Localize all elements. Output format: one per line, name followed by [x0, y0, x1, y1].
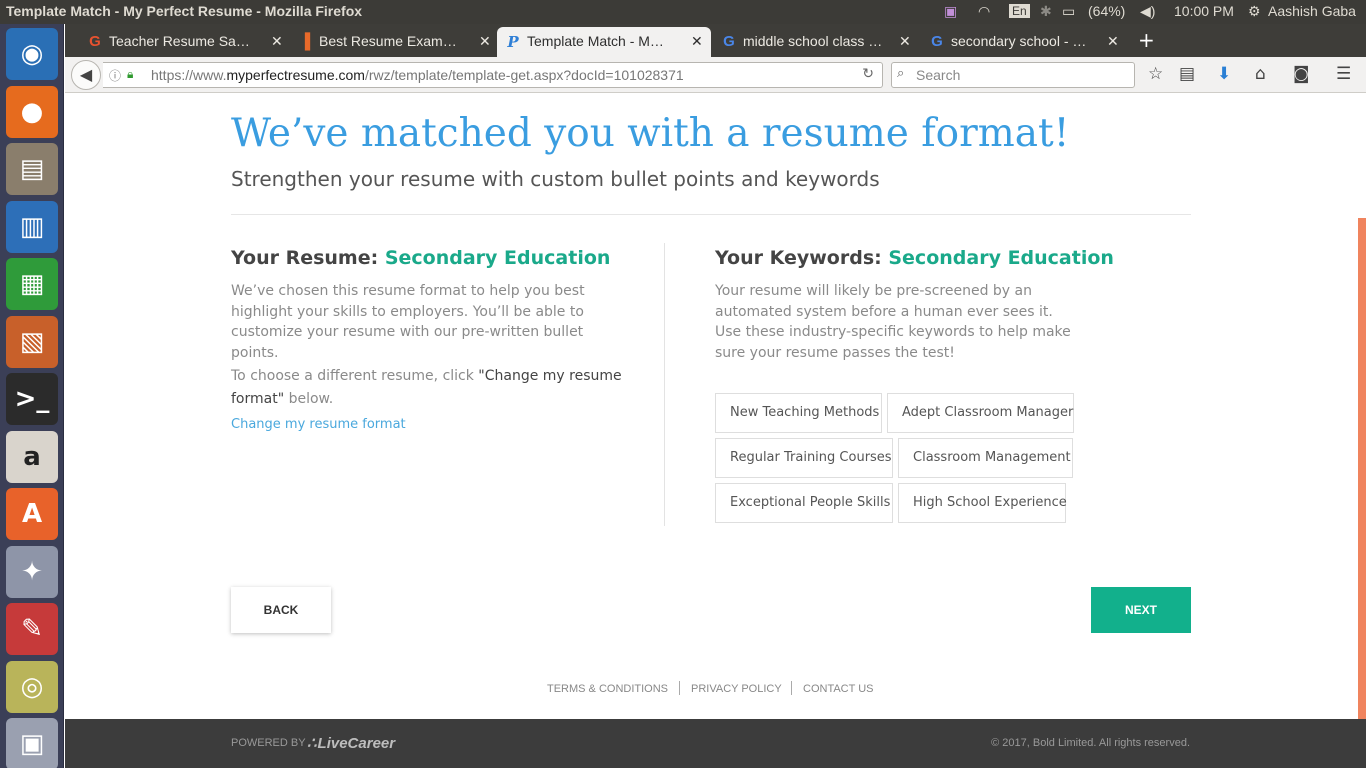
libreoffice-calc-icon[interactable]: ▦ [6, 258, 58, 310]
workspace-switcher-icon[interactable]: ▣ [6, 718, 58, 768]
resume-heading-accent: Secondary Education [384, 247, 611, 269]
clock[interactable]: 10:00 PM [1174, 3, 1234, 19]
scrollbar-thumb[interactable] [1358, 218, 1366, 719]
keyword-chip[interactable]: Exceptional People Skills [715, 483, 893, 523]
volume-icon[interactable]: ◀) [1140, 3, 1155, 20]
section-divider [231, 214, 1191, 215]
keywords-heading-accent: Secondary Education [888, 247, 1114, 269]
copyright-text: © 2017, Bold Limited. All rights reserve… [991, 737, 1190, 749]
column-divider [664, 243, 665, 526]
page-content: We’ve matched you with a resume format! … [65, 93, 1358, 719]
page-subtitle: Strengthen your resume with custom bulle… [231, 167, 880, 191]
bookmark-star-icon[interactable]: ☆ [1148, 65, 1163, 83]
bluetooth-icon[interactable]: ✱ [1040, 3, 1052, 20]
close-icon[interactable]: ✕ [899, 33, 911, 50]
screen-share-icon[interactable]: ▣ [944, 3, 957, 20]
window-title: Template Match - My Perfect Resume - Moz… [6, 3, 363, 19]
change-resume-format-link[interactable]: Change my resume format [231, 417, 406, 432]
tab-title: Best Resume Exam… [319, 33, 457, 49]
amazon-icon[interactable]: a [6, 430, 58, 483]
powered-by-label: POWERED BY [231, 737, 306, 749]
site-favicon-icon: ▐ [299, 33, 311, 50]
close-icon[interactable]: ✕ [479, 33, 491, 50]
software-center-icon[interactable]: A [6, 488, 58, 540]
terms-link[interactable]: TERMS & CONDITIONS [547, 683, 668, 695]
keywords-heading: Your Keywords: Secondary Education [715, 247, 1114, 269]
lock-icon[interactable]: 🔒︎ [127, 67, 133, 82]
browser-nav-bar: ◀ ⓘ 🔒︎ https://www.myperfectresume.com/r… [65, 57, 1366, 93]
back-arrow-icon[interactable]: ◀ [71, 60, 101, 90]
battery-icon[interactable]: ▭ [1062, 3, 1075, 20]
pocket-icon[interactable]: ◙ [1293, 65, 1310, 83]
menu-icon[interactable]: ☰ [1336, 65, 1351, 83]
keyboard-layout-indicator[interactable]: En [1009, 4, 1030, 18]
new-tab-button[interactable]: + [1138, 28, 1155, 52]
tab-template-match[interactable]: P Template Match - M… ✕ [497, 27, 711, 57]
ubuntu-dash-icon[interactable]: ◉ [6, 28, 58, 80]
tab-title: middle school class … [743, 33, 883, 49]
google-favicon-icon: G [89, 33, 101, 50]
wifi-icon[interactable]: ◠ [978, 3, 990, 20]
back-button[interactable]: BACK [231, 587, 331, 633]
download-icon[interactable]: ⬇ [1217, 65, 1231, 83]
home-icon[interactable]: ⌂ [1255, 65, 1266, 83]
libreoffice-writer-icon[interactable]: ▥ [6, 200, 58, 253]
system-top-panel: Template Match - My Perfect Resume - Moz… [0, 0, 1366, 24]
privacy-policy-link[interactable]: PRIVACY POLICY [691, 683, 782, 695]
tab-best-resume[interactable]: ▐ Best Resume Exam… ✕ [289, 27, 495, 57]
unity-launcher: ◉ ● ▤ ▥ ▦ ▧ >_ a A ✦ ✎ ◎ ▣ [0, 24, 64, 768]
search-input[interactable]: ⌕ Search [891, 62, 1135, 88]
next-button[interactable]: NEXT [1091, 587, 1191, 633]
reading-list-icon[interactable]: ▤ [1179, 65, 1195, 83]
resume-heading: Your Resume: Secondary Education [231, 247, 611, 269]
google-favicon-icon: G [723, 33, 735, 50]
livecareer-logo[interactable]: ∴ LiveCareer [307, 734, 395, 752]
close-icon[interactable]: ✕ [271, 33, 283, 50]
tab-secondary-school[interactable]: G secondary school - … ✕ [921, 27, 1127, 57]
resume-change-instructions: To choose a different resume, click "Cha… [231, 368, 622, 407]
url-text[interactable]: https://www.myperfectresume.com/rwz/temp… [151, 67, 684, 83]
files-icon[interactable]: ▤ [6, 143, 58, 195]
page-title: We’ve matched you with a resume format! [231, 111, 1070, 156]
tab-middle-school[interactable]: G middle school class … ✕ [713, 27, 919, 57]
myperfectresume-favicon-icon: P [507, 33, 519, 51]
disk-icon[interactable]: ◎ [6, 660, 58, 713]
close-icon[interactable]: ✕ [691, 33, 703, 50]
keyword-chip[interactable]: New Teaching Methods [715, 393, 882, 433]
keyword-chip[interactable]: Classroom Management [898, 438, 1073, 478]
tab-title: Teacher Resume Sa… [109, 33, 250, 49]
system-settings-icon[interactable]: ✦ [6, 545, 58, 598]
battery-percentage: (64%) [1088, 3, 1126, 19]
gear-icon[interactable]: ⚙ [1248, 3, 1261, 20]
firefox-icon[interactable]: ● [6, 85, 58, 138]
page-footer: POWERED BY ∴ LiveCareer © 2017, Bold Limi… [65, 719, 1366, 768]
search-placeholder: Search [916, 67, 961, 83]
url-bar[interactable]: ⓘ 🔒︎ https://www.myperfectresume.com/rwz… [103, 62, 883, 88]
tab-title: Template Match - M… [527, 33, 664, 49]
keyword-chip[interactable]: High School Experience [898, 483, 1067, 523]
tab-teacher-resume[interactable]: G Teacher Resume Sa… ✕ [79, 27, 287, 57]
keyword-chip[interactable]: Regular Training Courses [715, 438, 893, 478]
info-icon[interactable]: ⓘ [109, 67, 121, 84]
keyword-chip[interactable]: Adept Classroom Manager [887, 393, 1074, 433]
user-name[interactable]: Aashish Gaba [1268, 3, 1356, 19]
keywords-description: Your resume will likely be pre-screened … [715, 283, 1071, 361]
search-icon: ⌕ [897, 66, 905, 81]
libreoffice-impress-icon[interactable]: ▧ [6, 315, 58, 368]
google-favicon-icon: G [931, 33, 943, 50]
tab-title: secondary school - … [951, 33, 1087, 49]
contact-us-link[interactable]: CONTACT US [803, 683, 874, 695]
browser-tab-bar: G Teacher Resume Sa… ✕ ▐ Best Resume Exa… [65, 24, 1366, 57]
resume-description: We’ve chosen this resume format to help … [231, 283, 585, 361]
close-icon[interactable]: ✕ [1107, 33, 1119, 50]
footer-separator [791, 681, 792, 695]
reload-icon[interactable]: ↻ [862, 66, 874, 82]
footer-separator [679, 681, 680, 695]
document-viewer-icon[interactable]: ✎ [6, 603, 58, 655]
terminal-icon[interactable]: >_ [6, 373, 58, 425]
